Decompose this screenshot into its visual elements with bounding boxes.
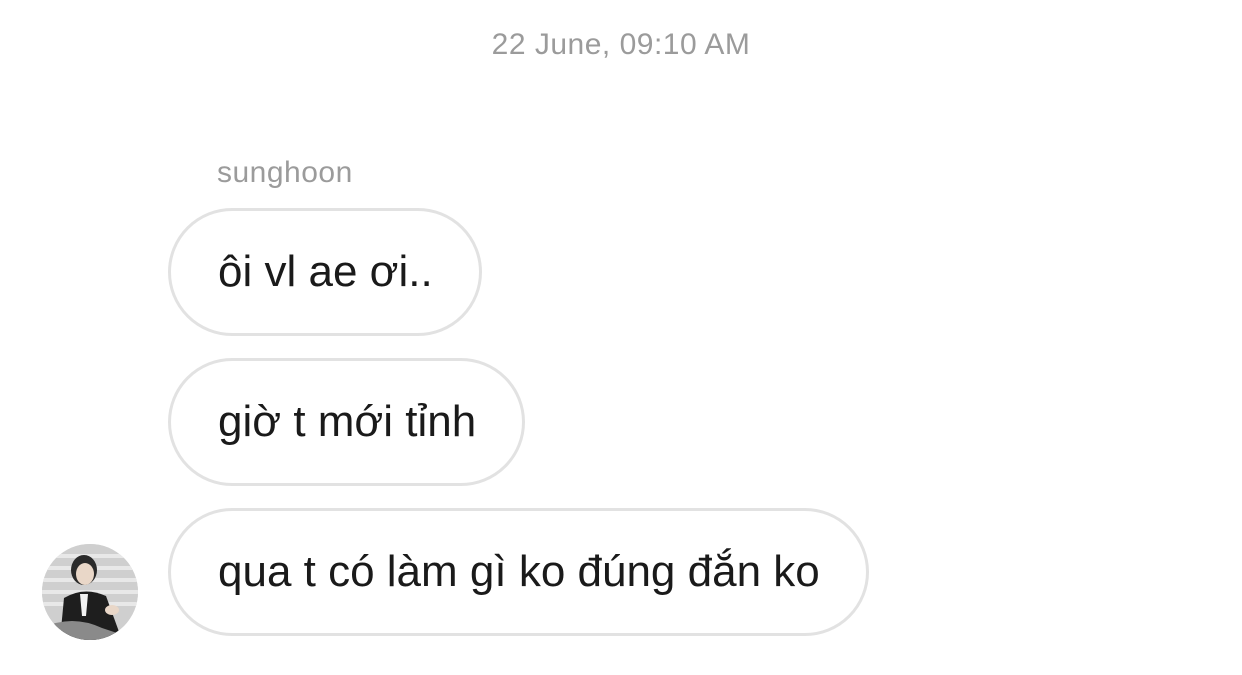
profile-photo-icon [42,544,138,640]
message-text: qua t có làm gì ko đúng đắn ko [218,547,820,596]
sender-name: sunghoon [217,156,353,189]
sender-avatar[interactable] [42,544,138,640]
message-bubble[interactable]: ôi vl ae ơi.. [168,208,482,336]
message-bubble[interactable]: giờ t mới tỉnh [168,358,526,486]
message-timestamp: 22 June, 09:10 AM [491,28,751,61]
message-text: giờ t mới tỉnh [218,397,477,446]
message-text: ôi vl ae ơi.. [218,247,433,296]
message-bubble[interactable]: qua t có làm gì ko đúng đắn ko [168,508,869,636]
